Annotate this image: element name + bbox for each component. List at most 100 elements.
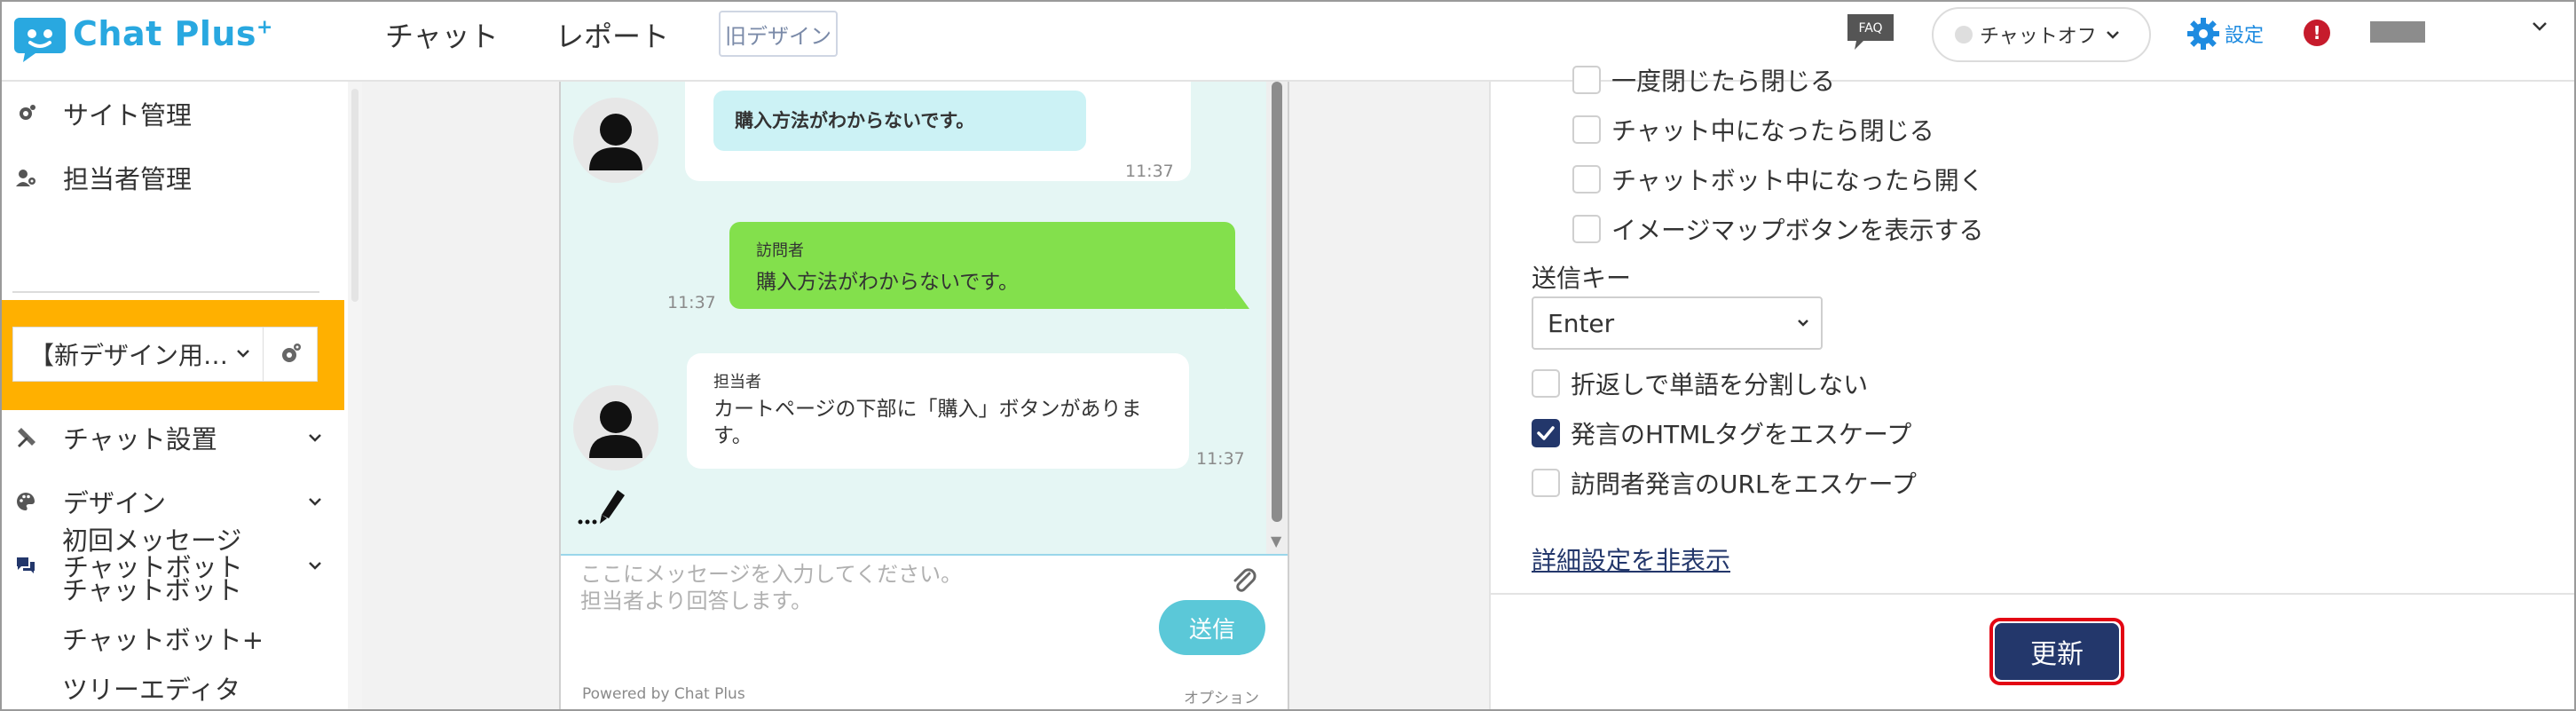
site-settings-button[interactable] — [263, 327, 318, 382]
message-text: カートページの下部に「購入」ボタンがあります。 — [713, 398, 1142, 447]
checkbox-label: 一度閉じたら閉じる — [1611, 67, 1836, 96]
sidebar-item-design[interactable]: デザイン — [2, 483, 346, 520]
checkbox[interactable] — [1532, 469, 1560, 497]
gear-icon — [2187, 18, 2219, 50]
checkbox-label: イメージマップボタンを表示する — [1611, 216, 1984, 245]
message-input[interactable]: ここにメッセージを入力してください。 担当者より回答します。 — [580, 561, 962, 614]
chevron-down-icon — [237, 350, 249, 358]
sender-label: 訪問者 — [756, 241, 804, 260]
checkbox-escape-html[interactable]: 発言のHTMLタグをエスケープ — [1532, 415, 1911, 451]
status-dot — [1955, 26, 1973, 43]
update-button-label: 更新 — [1995, 623, 2119, 680]
input-placeholder-line: ここにメッセージを入力してください。 — [580, 562, 963, 587]
site-select[interactable]: 【新デザイン用… — [12, 327, 264, 382]
message-text: 購入方法がわからないです。 — [756, 271, 1020, 294]
checkbox-no-word-break[interactable]: 折返しで単語を分割しない — [1532, 366, 1868, 401]
chevron-down-icon[interactable] — [2532, 20, 2548, 32]
checkbox-label: チャットボット中になったら開く — [1611, 166, 1984, 195]
update-button[interactable]: 更新 — [1989, 618, 2124, 685]
sidebar-item-label: チャット設置 — [63, 424, 217, 454]
site-selector-panel: 【新デザイン用… — [2, 300, 344, 410]
chat-widget-preview: 購入方法がわからないです。 11:37 訪問者 購入方法がわからないです。 11… — [559, 82, 1289, 709]
message-text: 購入方法がわからないです。 — [713, 91, 1086, 151]
chevron-down-icon — [309, 562, 321, 570]
option-link[interactable]: オプション — [1184, 685, 1259, 707]
chevron-down-icon — [309, 498, 321, 506]
chat-scrollbar[interactable]: ▼ — [1266, 82, 1288, 554]
chevron-down-icon — [1798, 320, 1808, 327]
sidebar-scrollbar[interactable] — [348, 82, 362, 709]
app-window: Chat Plus+ チャット レポート 旧デザイン FAQ チャットオフ 設定… — [0, 0, 2576, 711]
nav-chat[interactable]: チャット — [385, 14, 499, 55]
logo-text[interactable]: Chat Plus+ — [73, 14, 273, 53]
message-time: 11:37 — [1196, 449, 1245, 469]
scroll-down-arrow-icon[interactable]: ▼ — [1271, 533, 1281, 549]
settings-panel: 一度閉じたら閉じる チャット中になったら閉じる チャットボット中になったら開く … — [1489, 66, 2574, 709]
agent-message-bubble: 担当者 カートページの下部に「購入」ボタンがあります。 — [687, 353, 1189, 469]
people-gear-icon — [12, 164, 39, 191]
checkbox-escape-url[interactable]: 訪問者発言のURLをエスケープ — [1532, 465, 1917, 501]
chat-input-area[interactable]: ここにメッセージを入力してください。 担当者より回答します。 送信 Powere… — [561, 554, 1288, 709]
site-select-value: 【新デザイン用… — [29, 341, 229, 370]
checkbox-close-once[interactable]: 一度閉じたら閉じる — [1572, 62, 1835, 98]
chat-status-label: チャットオフ — [1980, 26, 2097, 48]
message-time: 11:37 — [1125, 162, 1174, 181]
user-avatar[interactable] — [2370, 21, 2425, 43]
sidebar-divider — [12, 291, 319, 293]
settings-button[interactable]: 設定 — [2186, 16, 2264, 51]
agent-avatar — [573, 98, 658, 183]
scrollbar-thumb[interactable] — [1272, 82, 1282, 522]
sidebar-item-label: デザイン — [63, 488, 167, 518]
send-key-select[interactable]: Enter — [1532, 296, 1823, 350]
checkbox-checked[interactable] — [1532, 419, 1560, 447]
sidebar: サイト管理 担当者管理 【新デザイン用… チャット設置 デザイン チャットボット — [2, 82, 346, 709]
scrollbar-thumb[interactable] — [351, 89, 358, 302]
checkmark-icon — [1537, 426, 1555, 440]
sidebar-item-label: 担当者管理 — [63, 164, 193, 194]
settings-label: 設定 — [2225, 25, 2265, 47]
sidebar-item-staff-management[interactable]: 担当者管理 — [2, 160, 346, 195]
sidebar-subitem-chatbot[interactable]: チャットボット — [62, 570, 242, 607]
hide-details-link[interactable]: 詳細設定を非表示 — [1532, 541, 1730, 577]
sidebar-subitem-chatbot-plus[interactable]: チャットボット+ — [62, 620, 264, 657]
checkbox-label: チャット中になったら閉じる — [1611, 116, 1934, 146]
checkbox-close-on-chat[interactable]: チャット中になったら閉じる — [1572, 112, 1934, 147]
faq-icon[interactable]: FAQ — [1846, 12, 1895, 51]
sidebar-item-label: サイト管理 — [63, 100, 193, 130]
alert-icon[interactable]: ! — [2304, 20, 2330, 46]
sidebar-subitem-tree-editor[interactable]: ツリーエディタ — [62, 669, 240, 707]
message-time: 11:37 — [667, 293, 716, 312]
send-button[interactable]: 送信 — [1159, 600, 1265, 655]
powered-by-text: Powered by Chat Plus — [582, 685, 745, 703]
sidebar-subitem-first-message[interactable]: 初回メッセージ — [62, 520, 241, 557]
checkbox[interactable] — [1572, 215, 1601, 243]
top-header: Chat Plus+ チャット レポート 旧デザイン FAQ チャットオフ 設定… — [2, 2, 2574, 82]
chat-status-toggle[interactable]: チャットオフ — [1932, 7, 2151, 62]
gear-icon — [282, 344, 301, 362]
send-key-label: 送信キー — [1532, 264, 1632, 293]
checkbox-label: 訪問者発言のURLをエスケープ — [1571, 470, 1917, 499]
sidebar-item-chat-install[interactable]: チャット設置 — [2, 419, 346, 456]
checkbox-label: 折返しで単語を分割しない — [1571, 370, 1869, 399]
typing-pen-icon — [578, 490, 625, 525]
checkbox[interactable] — [1532, 369, 1560, 398]
nav-report[interactable]: レポート — [555, 14, 669, 55]
sidebar-item-site-management[interactable]: サイト管理 — [2, 96, 346, 131]
checkbox[interactable] — [1572, 115, 1601, 144]
checkbox-label: 発言のHTMLタグをエスケープ — [1571, 420, 1912, 449]
checkbox[interactable] — [1572, 165, 1601, 194]
sender-label: 担当者 — [713, 373, 761, 391]
palette-icon — [12, 488, 39, 515]
paperclip-icon[interactable] — [1230, 566, 1258, 595]
chat-bubbles-icon — [12, 552, 39, 579]
tools-icon — [12, 424, 39, 451]
gear-icon — [12, 100, 39, 127]
checkbox-imagemap-button[interactable]: イメージマップボタンを表示する — [1572, 211, 1983, 247]
agent-avatar — [573, 385, 658, 470]
checkbox[interactable] — [1572, 66, 1601, 94]
checkbox-open-on-chatbot[interactable]: チャットボット中になったら開く — [1572, 162, 1984, 197]
old-design-button[interactable]: 旧デザイン — [719, 11, 838, 57]
chevron-down-icon — [309, 434, 321, 442]
input-placeholder-line: 担当者より回答します。 — [580, 589, 813, 613]
chatplus-logo-icon — [14, 18, 66, 62]
